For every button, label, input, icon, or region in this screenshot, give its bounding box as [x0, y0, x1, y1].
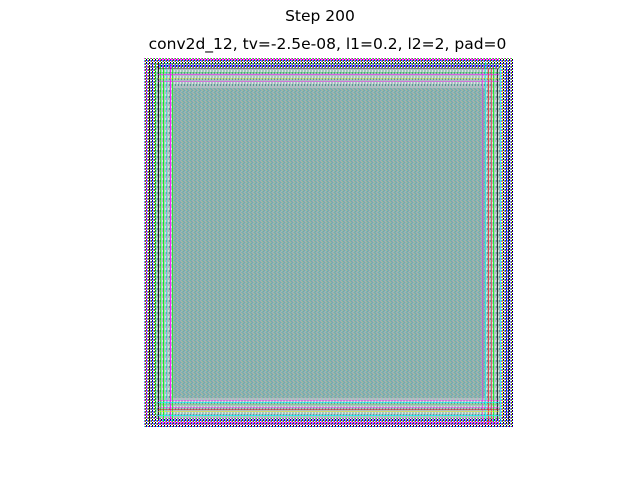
- feature-visualization-image: [144, 58, 513, 427]
- edge-stripe: [149, 66, 150, 423]
- edge-stripe: [158, 78, 499, 79]
- edge-stripe: [158, 400, 499, 401]
- edge-stripe: [500, 66, 501, 423]
- edge-stripe: [158, 72, 499, 73]
- image-inner-region: [172, 88, 486, 398]
- edge-stripe: [158, 424, 499, 425]
- edge-stripe: [152, 64, 153, 415]
- edge-stripe: [158, 74, 499, 75]
- edge-stripe: [508, 69, 509, 423]
- edge-stripe: [488, 69, 489, 424]
- edge-stripe: [158, 411, 499, 412]
- edge-stripe: [158, 65, 499, 66]
- edge-stripe: [158, 407, 499, 408]
- edge-stripe: [166, 63, 167, 416]
- edge-stripe: [155, 63, 156, 415]
- edge-stripe: [146, 65, 147, 418]
- edge-stripe: [158, 63, 159, 420]
- edge-stripe: [158, 68, 499, 69]
- edge-stripe: [158, 81, 499, 82]
- edge-stripe: [158, 415, 499, 416]
- edge-stripe: [497, 69, 498, 419]
- edge-stripe: [502, 65, 503, 417]
- edge-stripe: [158, 422, 499, 423]
- edge-stripe: [491, 68, 492, 422]
- edge-stripe: [170, 64, 171, 419]
- figure-suptitle: Step 200: [285, 7, 355, 25]
- edge-stripe: [482, 68, 483, 420]
- edge-stripe: [158, 409, 499, 410]
- edge-stripe: [160, 65, 161, 415]
- edge-stripe: [485, 62, 486, 419]
- edge-stripe: [493, 67, 494, 423]
- edge-stripe: [158, 59, 499, 60]
- edge-stripe: [158, 404, 499, 405]
- edge-stripe: [163, 67, 164, 422]
- edge-stripe: [158, 419, 499, 420]
- edge-stripe: [158, 402, 499, 403]
- edge-stripe: [506, 62, 507, 417]
- edge-stripe: [172, 69, 173, 423]
- axes-title: conv2d_12, tv=-2.5e-08, l1=0.2, l2=2, pa…: [148, 35, 507, 53]
- edge-stripe: [158, 63, 499, 64]
